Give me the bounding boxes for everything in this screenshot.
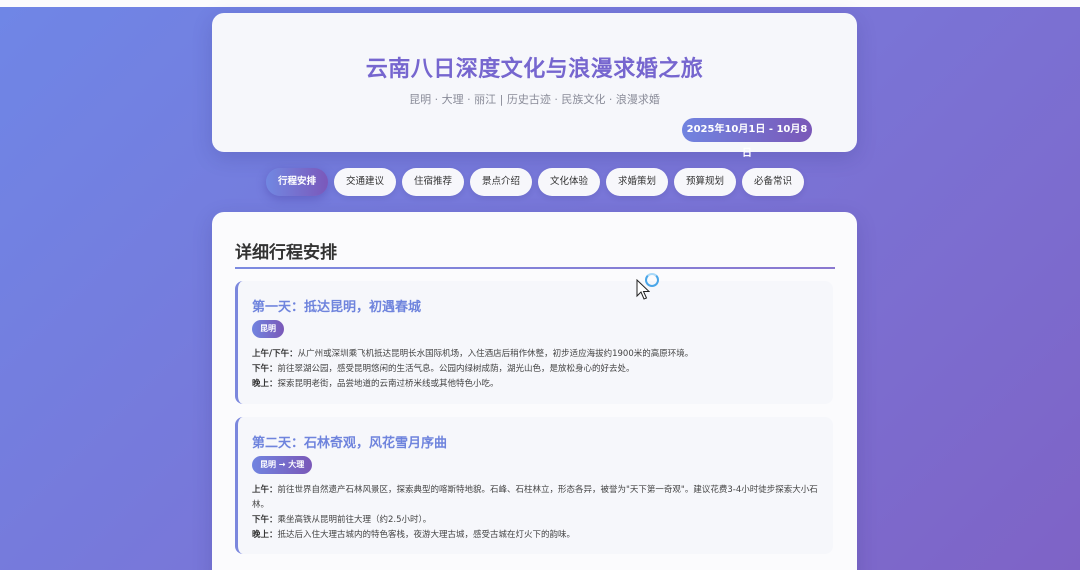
- section-divider: [235, 267, 835, 269]
- section-title: 详细行程安排: [235, 243, 337, 263]
- plan-key: 上午/下午：: [252, 349, 298, 359]
- plan-key: 上午：: [252, 485, 278, 495]
- location-badge: 昆明: [252, 320, 284, 338]
- tab-essentials[interactable]: 必备常识: [742, 168, 804, 196]
- plan-text: 抵达后入住大理古城内的特色客栈，夜游大理古城，感受古城在灯火下的韵味。: [277, 530, 576, 540]
- day-title: 第一天：抵达昆明，初遇春城: [252, 300, 422, 315]
- plan-text: 乘坐高铁从昆明前往大理（约2.5小时）。: [277, 515, 432, 525]
- date-badge: 2025年10月1日 - 10月8日: [682, 118, 812, 159]
- page-subtitle: 昆明 · 大理 · 丽江 | 历史古迹 · 民族文化 · 浪漫求婚: [409, 93, 660, 106]
- tab-itinerary[interactable]: 行程安排: [266, 168, 328, 196]
- plan-key: 晚上：: [252, 379, 278, 389]
- mouse-cursor-icon: [636, 279, 650, 300]
- day-title: 第二天：石林奇观，风花雪月序曲: [252, 436, 448, 451]
- day-plan: 上午/下午：从广州或深圳乘飞机抵达昆明长水国际机场，入住酒店后稍作休整，初步适应…: [252, 347, 822, 392]
- tab-budget[interactable]: 预算规划: [674, 168, 736, 196]
- nav-tabs: 行程安排 交通建议 住宿推荐 景点介绍 文化体验 求婚策划 预算规划 必备常识: [266, 168, 804, 196]
- day-card-1: 第一天：抵达昆明，初遇春城 昆明 上午/下午：从广州或深圳乘飞机抵达昆明长水国际…: [235, 281, 833, 404]
- day-plan: 上午：前往世界自然遗产石林风景区，探索典型的喀斯特地貌。石峰、石柱林立，形态各异…: [252, 483, 822, 543]
- plan-text: 探索昆明老街，品尝地道的云南过桥米线或其他特色小吃。: [277, 379, 499, 389]
- page-title: 云南八日深度文化与浪漫求婚之旅: [365, 57, 704, 82]
- plan-text: 前往世界自然遗产石林风景区，探索典型的喀斯特地貌。石峰、石柱林立，形态各异，被誉…: [252, 485, 818, 510]
- browser-top-strip: [0, 0, 1080, 7]
- header-card: 云南八日深度文化与浪漫求婚之旅 昆明 · 大理 · 丽江 | 历史古迹 · 民族…: [212, 13, 857, 159]
- plan-text: 从广州或深圳乘飞机抵达昆明长水国际机场，入住酒店后稍作休整，初步适应海拔约190…: [297, 349, 694, 359]
- tab-transport[interactable]: 交通建议: [334, 168, 396, 196]
- tab-culture[interactable]: 文化体验: [538, 168, 600, 196]
- plan-line: 上午：前往世界自然遗产石林风景区，探索典型的喀斯特地貌。石峰、石柱林立，形态各异…: [252, 483, 822, 513]
- plan-key: 下午：: [252, 515, 278, 525]
- plan-line: 晚上：抵达后入住大理古城内的特色客栈，夜游大理古城，感受古城在灯火下的韵味。: [252, 528, 822, 543]
- tab-proposal[interactable]: 求婚策划: [606, 168, 668, 196]
- location-badge: 昆明 → 大理: [252, 456, 313, 474]
- plan-key: 下午：: [252, 364, 278, 374]
- tab-accommodation[interactable]: 住宿推荐: [402, 168, 464, 196]
- plan-line: 下午：前往翠湖公园，感受昆明悠闲的生活气息。公园内绿树成荫，湖光山色，是放松身心…: [252, 362, 822, 377]
- plan-line: 上午/下午：从广州或深圳乘飞机抵达昆明长水国际机场，入住酒店后稍作休整，初步适应…: [252, 347, 822, 362]
- tab-attractions[interactable]: 景点介绍: [470, 168, 532, 196]
- itinerary-panel: 详细行程安排 第一天：抵达昆明，初遇春城 昆明 上午/下午：从广州或深圳乘飞机抵…: [212, 212, 857, 570]
- plan-text: 前往翠湖公园，感受昆明悠闲的生活气息。公园内绿树成荫，湖光山色，是放松身心的好去…: [277, 364, 635, 374]
- plan-key: 晚上：: [252, 530, 278, 540]
- plan-line: 晚上：探索昆明老街，品尝地道的云南过桥米线或其他特色小吃。: [252, 377, 822, 392]
- plan-line: 下午：乘坐高铁从昆明前往大理（约2.5小时）。: [252, 513, 822, 528]
- day-card-2: 第二天：石林奇观，风花雪月序曲 昆明 → 大理 上午：前往世界自然遗产石林风景区…: [235, 417, 833, 554]
